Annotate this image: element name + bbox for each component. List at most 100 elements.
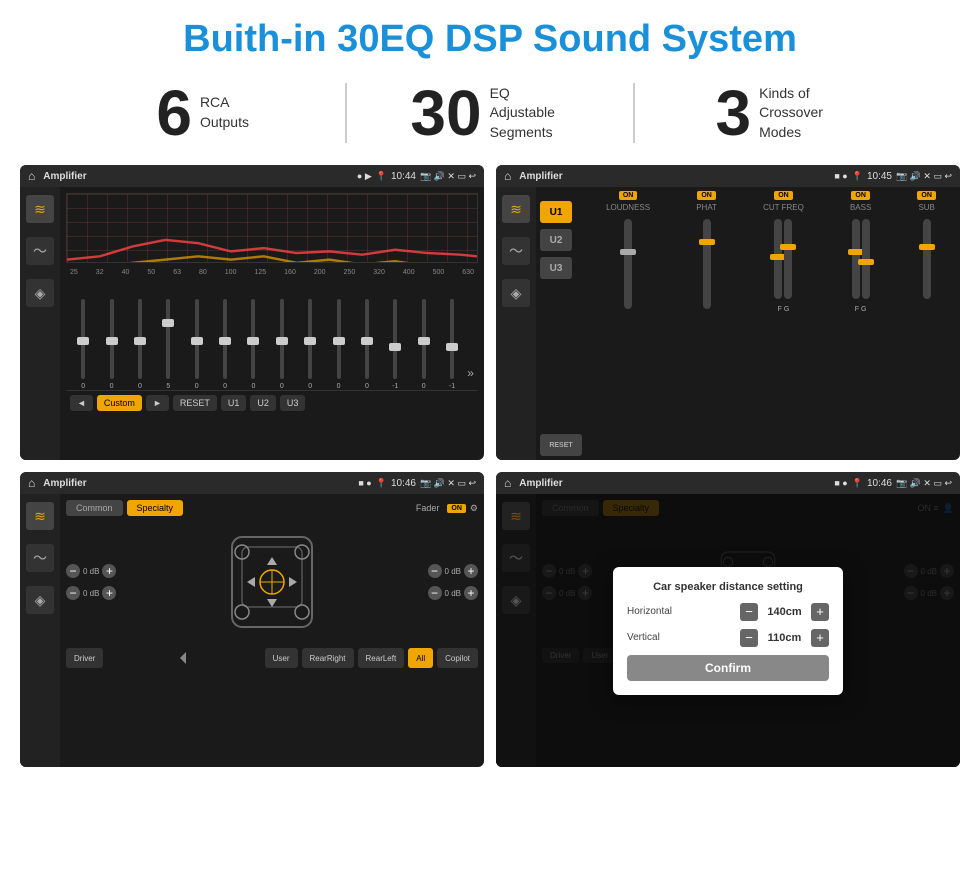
eq-slider-3[interactable]: 5 <box>155 299 181 390</box>
eq-screen-card: ⌂ Amplifier ● ▶ 📍 10:44 📷 🔊 ✕ ▭ ↩ ≋ 〜 ◈ <box>20 165 484 460</box>
phat-slider[interactable] <box>703 219 711 309</box>
eq-prev-btn[interactable]: ◄ <box>70 395 93 411</box>
eq-dot-icons: ● ▶ <box>357 171 372 182</box>
stat-crossover: 3 Kinds ofCrossover Modes <box>635 81 920 145</box>
rear-left-minus[interactable]: − <box>66 586 80 600</box>
eq-slider-11[interactable]: -1 <box>382 299 408 390</box>
loudness-label: LOUDNESS <box>606 203 650 212</box>
eq-curve-svg <box>67 194 477 263</box>
phat-label: PHAT <box>696 203 717 212</box>
crossover-status-bar: ⌂ Amplifier ■ ● 📍 10:45 📷 🔊 ✕ ▭ ↩ <box>496 165 960 187</box>
loudness-slider[interactable] <box>624 219 632 309</box>
fader-screen-body: ≋ 〜 ◈ Common Specialty Fader ON ⚙ <box>20 494 484 767</box>
crossover-status-icons: 📷 🔊 ✕ ▭ ↩ <box>896 171 952 182</box>
page-title: Buith-in 30EQ DSP Sound System <box>0 0 980 71</box>
fader-vol-front-left: − 0 dB + <box>66 564 116 578</box>
channel-u2-btn[interactable]: U2 <box>540 229 572 251</box>
eq-sidebar-wave-icon[interactable]: 〜 <box>26 237 54 265</box>
btn-driver[interactable]: Driver <box>66 648 103 668</box>
btn-rearleft[interactable]: RearLeft <box>358 648 405 668</box>
horizontal-minus-btn[interactable]: − <box>740 603 758 621</box>
fader-time: 10:46 <box>391 478 416 489</box>
eq-slider-10[interactable]: 0 <box>354 299 380 390</box>
btn-rearright[interactable]: RearRight <box>302 648 354 668</box>
stat-crossover-number: 3 <box>716 81 752 145</box>
rear-right-minus[interactable]: − <box>428 586 442 600</box>
eq-slider-9[interactable]: 0 <box>325 299 351 390</box>
eq-slider-5[interactable]: 0 <box>212 299 238 390</box>
fader-sidebar-speaker-icon[interactable]: ◈ <box>26 586 54 614</box>
eq-u2-btn[interactable]: U2 <box>250 395 276 411</box>
stat-eq: 30 EQ AdjustableSegments <box>347 81 632 145</box>
rear-right-val: 0 dB <box>445 589 461 598</box>
front-right-val: 0 dB <box>445 567 461 576</box>
btn-all[interactable]: All <box>408 648 433 668</box>
fader-speaker-area: − 0 dB + − 0 dB + <box>66 522 478 642</box>
vertical-minus-btn[interactable]: − <box>740 629 758 647</box>
btn-user[interactable]: User <box>265 648 298 668</box>
eq-slider-2[interactable]: 0 <box>127 299 153 390</box>
horizontal-plus-btn[interactable]: + <box>811 603 829 621</box>
crossover-sidebar-wave-icon[interactable]: 〜 <box>502 237 530 265</box>
crossover-sidebar-speaker-icon[interactable]: ◈ <box>502 279 530 307</box>
fader-dot-icons: ■ ● <box>358 478 371 488</box>
eq-slider-12[interactable]: 0 <box>411 299 437 390</box>
crossover-time: 10:45 <box>867 171 892 182</box>
eq-slider-7[interactable]: 0 <box>269 299 295 390</box>
eq-expand-btn[interactable]: » <box>467 366 474 380</box>
cutfreq-slider-g[interactable] <box>784 219 792 299</box>
eq-time: 10:44 <box>391 171 416 182</box>
distance-dot-icons: ■ ● <box>834 478 847 488</box>
eq-play-btn[interactable]: ► <box>146 395 169 411</box>
fader-sidebar-eq-icon[interactable]: ≋ <box>26 502 54 530</box>
eq-slider-1[interactable]: 0 <box>98 299 124 390</box>
sub-label: SUB <box>918 203 934 212</box>
bass-slider-g[interactable] <box>862 219 870 299</box>
eq-u1-btn[interactable]: U1 <box>221 395 247 411</box>
channel-u1-btn[interactable]: U1 <box>540 201 572 223</box>
confirm-button[interactable]: Confirm <box>627 655 829 681</box>
vertical-plus-btn[interactable]: + <box>811 629 829 647</box>
eq-slider-0[interactable]: 0 <box>70 299 96 390</box>
crossover-home-icon: ⌂ <box>504 169 511 183</box>
fader-arrow-left <box>174 648 194 668</box>
cutfreq-on-badge: ON <box>774 191 793 200</box>
sub-slider[interactable] <box>923 219 931 299</box>
tab-common[interactable]: Common <box>66 500 123 516</box>
bass-on-badge: ON <box>851 191 870 200</box>
eq-slider-13[interactable]: -1 <box>439 299 465 390</box>
tab-specialty[interactable]: Specialty <box>127 500 184 516</box>
channel-u3-btn[interactable]: U3 <box>540 257 572 279</box>
eq-sidebar-eq-icon[interactable]: ≋ <box>26 195 54 223</box>
rear-left-plus[interactable]: + <box>102 586 116 600</box>
distance-dialog-overlay: Car speaker distance setting Horizontal … <box>496 494 960 767</box>
crossover-screen-card: ⌂ Amplifier ■ ● 📍 10:45 📷 🔊 ✕ ▭ ↩ ≋ 〜 ◈ … <box>496 165 960 460</box>
front-right-minus[interactable]: − <box>428 564 442 578</box>
stat-eq-number: 30 <box>410 81 481 145</box>
cutfreq-slider-f[interactable] <box>774 219 782 299</box>
ctrl-sub: ON SUB <box>917 191 936 313</box>
fader-screen-title: Amplifier <box>43 478 354 489</box>
crossover-sidebar-eq-icon[interactable]: ≋ <box>502 195 530 223</box>
screens-grid: ⌂ Amplifier ● ▶ 📍 10:44 📷 🔊 ✕ ▭ ↩ ≋ 〜 ◈ <box>0 159 980 777</box>
crossover-reset-btn[interactable]: RESET <box>540 434 582 456</box>
front-right-plus[interactable]: + <box>464 564 478 578</box>
eq-slider-8[interactable]: 0 <box>297 299 323 390</box>
eq-custom-btn[interactable]: Custom <box>97 395 142 411</box>
fader-sidebar-wave-icon[interactable]: 〜 <box>26 544 54 572</box>
eq-u3-btn[interactable]: U3 <box>280 395 306 411</box>
ctrl-cutfreq: ON CUT FREQ F G <box>763 191 804 313</box>
eq-slider-6[interactable]: 0 <box>240 299 266 390</box>
dialog-vertical-row: Vertical − 110cm + <box>627 629 829 647</box>
distance-status-bar: ⌂ Amplifier ■ ● 📍 10:46 📷 🔊 ✕ ▭ ↩ <box>496 472 960 494</box>
dialog-horizontal-row: Horizontal − 140cm + <box>627 603 829 621</box>
front-left-plus[interactable]: + <box>102 564 116 578</box>
btn-copilot[interactable]: Copilot <box>437 648 478 668</box>
eq-sidebar-speaker-icon[interactable]: ◈ <box>26 279 54 307</box>
rear-right-plus[interactable]: + <box>464 586 478 600</box>
eq-slider-4[interactable]: 0 <box>184 299 210 390</box>
fader-bottom-btns: Driver User RearRight RearLeft All Copil… <box>66 648 478 668</box>
horizontal-value: 140cm <box>762 606 807 618</box>
eq-reset-btn[interactable]: RESET <box>173 395 217 411</box>
front-left-minus[interactable]: − <box>66 564 80 578</box>
